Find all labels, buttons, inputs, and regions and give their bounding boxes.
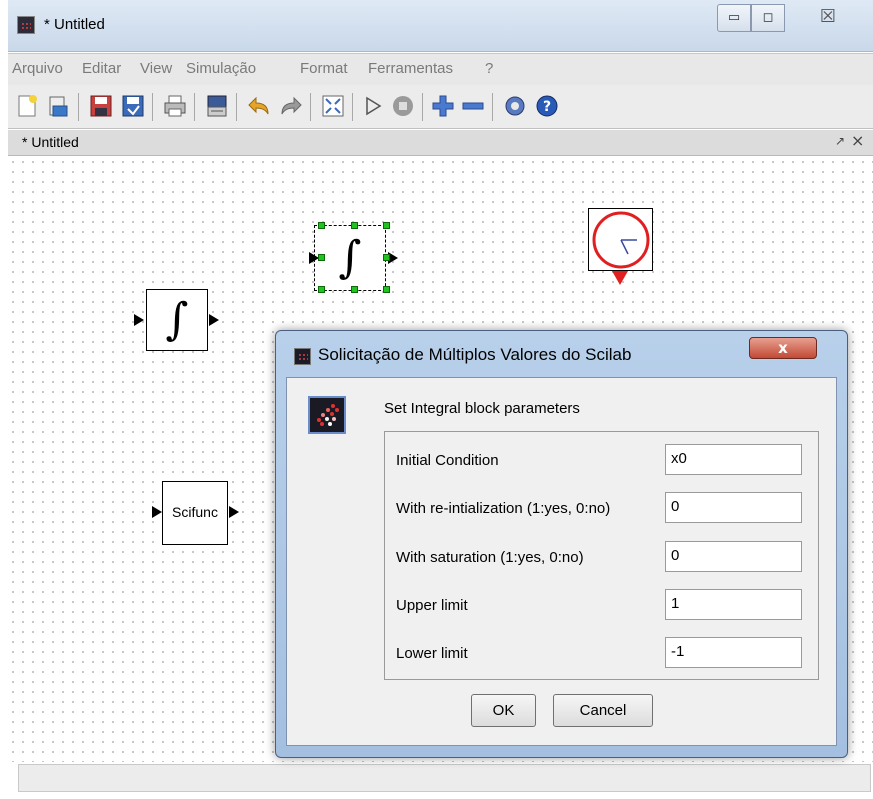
menu-simulacao[interactable]: Simulação (186, 60, 256, 77)
cancel-button[interactable]: Cancel (553, 694, 653, 727)
dialog-heading: Set Integral block parameters (384, 400, 580, 417)
event-output-port[interactable] (612, 271, 628, 285)
minimize-button[interactable]: ▭ (717, 4, 751, 32)
param-label-upper-limit: Upper limit (396, 597, 468, 614)
print-icon[interactable] (162, 93, 188, 119)
tab-title: * Untitled (22, 134, 79, 150)
dialog-close-button[interactable]: x (749, 337, 817, 359)
setup-icon[interactable] (502, 93, 528, 119)
menu-view[interactable]: View (140, 60, 172, 77)
zoom-out-icon[interactable] (460, 93, 486, 119)
menu-format[interactable]: Format (300, 60, 348, 77)
input-port[interactable] (134, 314, 144, 326)
redo-icon[interactable] (278, 93, 304, 119)
integral-symbol: ∫ (338, 232, 362, 283)
menu-arquivo[interactable]: Arquivo (12, 60, 63, 77)
menu-bar: Arquivo Editar View Simulação Format Fer… (8, 53, 873, 85)
undo-icon[interactable] (246, 93, 272, 119)
new-diagram-icon[interactable] (14, 93, 40, 119)
window-close-button[interactable]: ☒ (785, 4, 871, 32)
output-port[interactable] (209, 314, 219, 326)
param-label-initial-condition: Initial Condition (396, 452, 499, 469)
scilab-app-icon (17, 16, 35, 34)
toolbar-separator (492, 93, 493, 121)
param-label-reinitialization: With re-intialization (1:yes, 0:no) (396, 500, 611, 517)
scilab-dialog-icon (294, 348, 311, 365)
selection-handle[interactable] (383, 222, 390, 229)
selection-handle[interactable] (383, 254, 390, 261)
scifunc-label: Scifunc (172, 504, 218, 520)
scilab-logo-dots (317, 404, 339, 426)
maximize-button[interactable]: ◻ (751, 4, 785, 32)
selection-handle[interactable] (351, 222, 358, 229)
parameters-dialog: Solicitação de Múltiplos Valores do Scil… (275, 330, 848, 758)
param-label-lower-limit: Lower limit (396, 645, 468, 662)
dialog-body: Set Integral block parameters Initial Co… (286, 377, 837, 746)
toolbar: ? (8, 85, 873, 129)
reinitialization-field[interactable]: 0 (665, 492, 802, 523)
close-icon[interactable]: × (851, 131, 864, 150)
stop-icon[interactable] (390, 93, 416, 119)
selection-handle[interactable] (318, 254, 325, 261)
clock-icon (592, 211, 650, 269)
saturation-field[interactable]: 0 (665, 541, 802, 572)
toolbar-separator (236, 93, 237, 121)
menu-help[interactable]: ? (485, 60, 493, 77)
undock-icon[interactable]: ↗ (835, 134, 845, 148)
save-as-icon[interactable] (120, 93, 146, 119)
output-port[interactable] (229, 506, 239, 518)
fit-diagram-icon[interactable] (320, 93, 346, 119)
initial-condition-field[interactable]: x0 (665, 444, 802, 475)
lower-limit-field[interactable]: -1 (665, 637, 802, 668)
selection-handle[interactable] (351, 286, 358, 293)
toolbar-separator (422, 93, 423, 121)
start-icon[interactable] (360, 93, 386, 119)
upper-limit-field[interactable]: 1 (665, 589, 802, 620)
parameters-panel: Initial Condition x0 With re-intializati… (384, 431, 819, 680)
svg-text:?: ? (543, 99, 551, 115)
dialog-title: Solicitação de Múltiplos Valores do Scil… (318, 345, 632, 364)
diagram-tab[interactable]: * Untitled ↗ × (8, 130, 873, 156)
toolbar-separator (310, 93, 311, 121)
input-port[interactable] (152, 506, 162, 518)
open-icon[interactable] (46, 93, 72, 119)
selection-handle[interactable] (318, 222, 325, 229)
param-label-saturation: With saturation (1:yes, 0:no) (396, 549, 584, 566)
integral-block[interactable]: ∫ (146, 289, 208, 351)
clock-block[interactable] (588, 208, 653, 271)
toolbar-separator (78, 93, 79, 121)
ok-button[interactable]: OK (471, 694, 536, 727)
toolbar-separator (352, 93, 353, 121)
selection-handle[interactable] (318, 286, 325, 293)
title-bar: * Untitled ▭ ◻ ☒ (8, 0, 873, 52)
window-title: * Untitled (44, 16, 105, 33)
scifunc-block[interactable]: Scifunc (162, 481, 228, 545)
zoom-in-icon[interactable] (430, 93, 456, 119)
help-icon[interactable]: ? (534, 93, 560, 119)
selection-handle[interactable] (383, 286, 390, 293)
menu-editar[interactable]: Editar (82, 60, 121, 77)
scilab-logo-icon (308, 396, 346, 434)
status-bar (18, 764, 871, 792)
export-icon[interactable] (204, 93, 230, 119)
integral-symbol: ∫ (165, 294, 189, 345)
toolbar-separator (194, 93, 195, 121)
menu-ferramentas[interactable]: Ferramentas (368, 60, 453, 77)
save-icon[interactable] (88, 93, 114, 119)
toolbar-separator (152, 93, 153, 121)
